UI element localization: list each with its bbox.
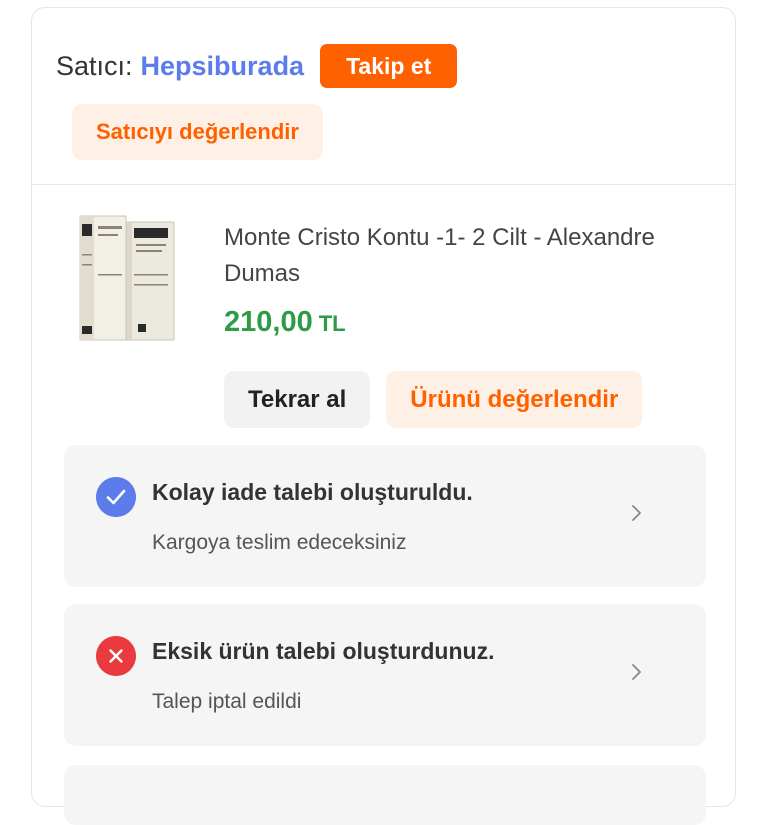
chevron-right-icon — [632, 664, 641, 680]
check-circle-icon — [96, 477, 136, 517]
seller-prefix: Satıcı: — [56, 50, 133, 81]
status-title: Eksik ürün talebi oluşturdunuz. — [152, 638, 495, 664]
product-price: 210,00 TL — [224, 306, 346, 339]
order-item-card: Satıcı: Hepsiburada Takip et Satıcıyı de… — [31, 7, 736, 825]
section-divider — [32, 184, 735, 185]
seller-row: Satıcı: Hepsiburada Takip et — [56, 44, 458, 88]
price-amount: 210,00 — [224, 306, 313, 338]
status-item-missing[interactable]: Eksik ürün talebi oluşturdunuz. Talep ip… — [64, 604, 706, 746]
chevron-right-icon — [632, 505, 641, 521]
book-back — [121, 221, 175, 341]
rate-seller-button[interactable]: Satıcıyı değerlendir — [72, 104, 323, 160]
follow-seller-button[interactable]: Takip et — [320, 44, 458, 88]
seller-name-link[interactable]: Hepsiburada — [141, 51, 305, 82]
status-item-return[interactable]: Kolay iade talebi oluşturuldu. Kargoya t… — [64, 445, 706, 587]
x-circle-icon — [96, 636, 136, 676]
status-item-partial[interactable] — [64, 765, 706, 825]
status-title: Kolay iade talebi oluşturuldu. — [152, 479, 473, 505]
product-title-link[interactable]: Monte Cristo Kontu -1- 2 Cilt - Alexandr… — [224, 220, 694, 292]
buy-again-button[interactable]: Tekrar al — [224, 371, 371, 428]
product-actions: Tekrar al Ürünü değerlendir — [224, 371, 643, 428]
price-currency: TL — [318, 311, 346, 336]
status-subtitle: Talep iptal edildi — [152, 690, 302, 713]
book-front — [79, 215, 127, 341]
product-image[interactable] — [76, 214, 180, 344]
rate-product-button[interactable]: Ürünü değerlendir — [386, 371, 643, 428]
status-subtitle: Kargoya teslim edeceksiniz — [152, 531, 407, 554]
